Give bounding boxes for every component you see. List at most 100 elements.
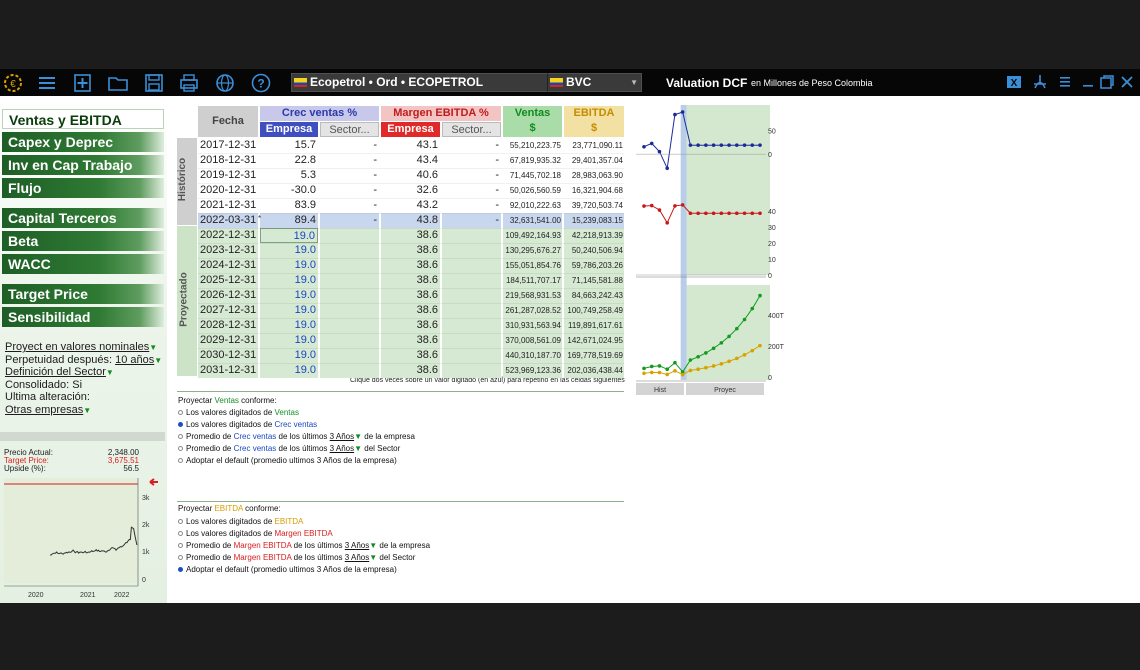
table-cell-margen: 43.4: [381, 153, 440, 168]
ebitda-point: [742, 353, 747, 357]
table-cell-crec-s: -: [320, 153, 379, 168]
table-cell-crec[interactable]: 19.0: [260, 258, 318, 273]
table-cell-crec[interactable]: 19.0: [260, 228, 318, 243]
menu-icon[interactable]: [36, 72, 58, 94]
years-link[interactable]: 3 Años: [330, 432, 354, 441]
opt-text: Promedio de: [186, 444, 234, 453]
table-cell-margen[interactable]: 38.6: [381, 333, 440, 348]
table-cell-margen[interactable]: 38.6: [381, 288, 440, 303]
close-icon[interactable]: [1118, 73, 1136, 91]
table-cell-crec[interactable]: 19.0: [260, 273, 318, 288]
ebitda-point: [758, 343, 762, 348]
chevron-down-icon: ▼: [83, 406, 92, 415]
list-icon[interactable]: [1056, 73, 1074, 91]
nav-flujo[interactable]: Flujo: [2, 178, 164, 198]
crec-sector-button[interactable]: Sector...: [320, 122, 379, 137]
chevron-down-icon: ▼: [354, 444, 363, 453]
table-cell-crec[interactable]: 19.0: [260, 288, 318, 303]
table-cell-margen-s: [442, 303, 501, 318]
option-margen-digitados[interactable]: Los valores digitados de Margen EBITDA: [178, 529, 333, 538]
nav-sensibilidad[interactable]: Sensibilidad: [2, 307, 164, 327]
table-cell-crec[interactable]: 19.0: [260, 243, 318, 258]
proyect-setting[interactable]: Proyect en valores nominales▼: [5, 341, 157, 353]
table-cell-margen[interactable]: 38.6: [381, 363, 440, 378]
table-cell-crec[interactable]: 19.0: [260, 303, 318, 318]
ventas-point: [711, 346, 716, 351]
opt-text: de los últimos: [276, 444, 330, 453]
table-cell-crec[interactable]: 19.0: [260, 348, 318, 363]
nav-target-price[interactable]: Target Price: [2, 284, 164, 304]
globe-icon[interactable]: [214, 72, 236, 94]
table-cell-ventas: 261,287,028.52: [503, 303, 562, 318]
nav-inv-cap-trabajo[interactable]: Inv en Cap Trabajo: [2, 155, 164, 175]
table-cell-margen[interactable]: 38.6: [381, 228, 440, 243]
save-icon[interactable]: [143, 72, 165, 94]
margen-empresa-header[interactable]: Empresa: [381, 122, 440, 137]
table-cell-ventas: 440,310,187.70: [503, 348, 562, 363]
crec-point: [657, 149, 662, 154]
row-divider: [198, 183, 624, 184]
excel-icon[interactable]: X: [1005, 73, 1023, 91]
nav-capex-deprec[interactable]: Capex y Deprec: [2, 132, 164, 152]
table-cell-margen[interactable]: 38.6: [381, 348, 440, 363]
restore-icon[interactable]: [1098, 73, 1116, 91]
margen-point: [649, 203, 654, 208]
table-cell-margen[interactable]: 38.6: [381, 258, 440, 273]
sidebar: Ventas y EBITDA Capex y Deprec Inv en Ca…: [0, 96, 167, 603]
option-crec-promedio-sector[interactable]: Promedio de Crec ventas de los últimos 3…: [178, 444, 400, 453]
crec-point: [758, 143, 762, 147]
table-cell-margen[interactable]: 38.6: [381, 273, 440, 288]
help-icon[interactable]: ?: [250, 72, 272, 94]
years-link[interactable]: 3 Años: [330, 444, 354, 453]
nav-beta[interactable]: Beta: [2, 231, 164, 251]
option-ventas-default[interactable]: Adoptar el default (promedio ultimos 3 A…: [178, 456, 397, 465]
table-cell-crec[interactable]: 19.0: [260, 363, 318, 378]
minimize-icon[interactable]: [1079, 73, 1097, 91]
option-ventas-digitados[interactable]: Los valores digitados de Ventas: [178, 408, 299, 417]
table-cell-margen[interactable]: 38.6: [381, 303, 440, 318]
nav-ventas-ebitda[interactable]: Ventas y EBITDA: [2, 109, 164, 129]
crec-point: [642, 144, 646, 149]
folder-icon[interactable]: [107, 72, 129, 94]
logo-icon[interactable]: €: [2, 72, 24, 94]
table-cell-crec[interactable]: 19.0: [260, 333, 318, 348]
svg-text:?: ?: [257, 77, 264, 91]
option-ebitda-default[interactable]: Adoptar el default (promedio ultimos 3 A…: [178, 565, 397, 574]
radio-icon: [178, 446, 183, 452]
option-ebitda-digitados[interactable]: Los valores digitados de EBITDA: [178, 517, 303, 526]
opt-key: Crec ventas: [233, 444, 277, 453]
print-icon[interactable]: [178, 72, 200, 94]
exchange-selector[interactable]: BVC ▼: [547, 73, 642, 92]
table-cell-ventas: 109,492,164.93: [503, 228, 562, 243]
nav-wacc[interactable]: WACC: [2, 254, 164, 274]
option-crec-digitados[interactable]: Los valores digitados de Crec ventas: [178, 420, 317, 429]
table-cell-ebitda: 71,145,581.88: [564, 273, 624, 288]
margen-ytick: 40: [768, 209, 776, 216]
nav-capital-terceros[interactable]: Capital Terceros: [2, 208, 164, 228]
definicion-sector-setting[interactable]: Definición del Sector▼: [5, 366, 114, 378]
margen-sector-button[interactable]: Sector...: [442, 122, 501, 137]
table-cell-margen-s: [442, 318, 501, 333]
option-margen-promedio-empresa[interactable]: Promedio de Margen EBITDA de los últimos…: [178, 541, 430, 550]
colombia-flag-icon: [550, 78, 563, 87]
table-cell-crec[interactable]: 19.0: [260, 318, 318, 333]
option-margen-promedio-sector[interactable]: Promedio de Margen EBITDA de los últimos…: [178, 553, 415, 562]
ebitda-point: [735, 356, 739, 361]
table-cell-margen[interactable]: 38.6: [381, 243, 440, 258]
options-separator: [177, 391, 624, 392]
perpetuidad-setting[interactable]: Perpetuidad después: 10 años▼: [5, 354, 162, 366]
crec-point: [704, 143, 708, 147]
add-icon[interactable]: [72, 72, 94, 94]
margen-ebitda-header: Margen EBITDA %: [381, 106, 501, 121]
crec-empresa-header[interactable]: Empresa: [260, 122, 318, 137]
pdf-icon[interactable]: [1031, 73, 1049, 91]
proyectado-label: Proyectado: [178, 272, 190, 327]
table-cell-ventas: 67,819,935.32: [503, 153, 562, 168]
option-crec-promedio-empresa[interactable]: Promedio de Crec ventas de los últimos 3…: [178, 432, 415, 441]
otras-empresas-setting[interactable]: Otras empresas▼: [5, 404, 91, 416]
ventas-point: [719, 341, 724, 345]
years-link[interactable]: 3 Años: [345, 553, 369, 562]
years-link[interactable]: 3 Años: [345, 541, 369, 550]
chevron-down-icon: ▼: [630, 78, 638, 87]
table-cell-margen[interactable]: 38.6: [381, 318, 440, 333]
